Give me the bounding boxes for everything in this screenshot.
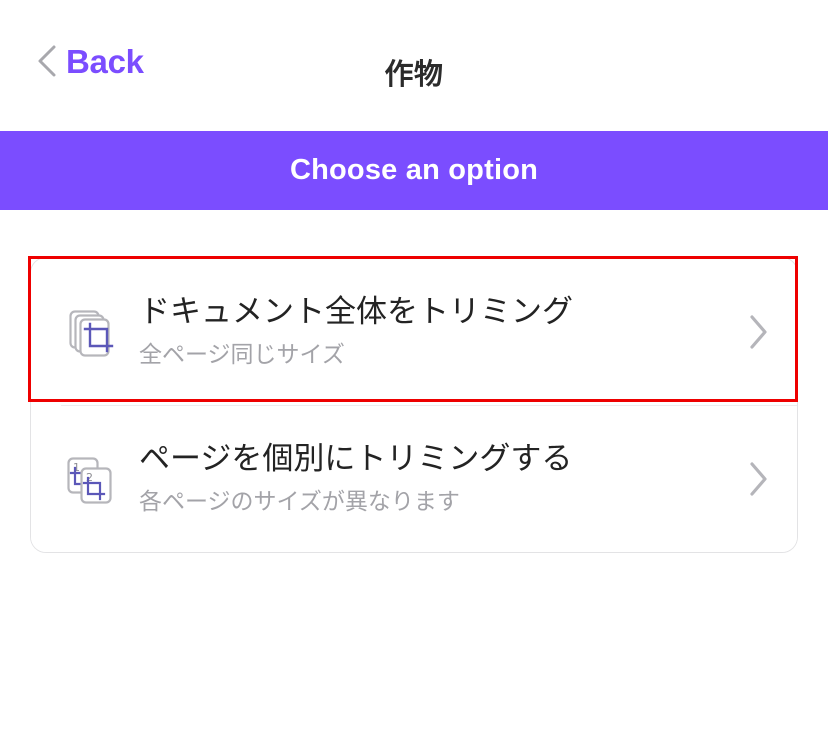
option-title: ページを個別にトリミングする	[139, 441, 573, 478]
page-title: 作物	[384, 59, 444, 91]
option-title: ドキュメント全体をトリミング	[139, 294, 573, 331]
crop-pages-individually-icon: 1 2	[61, 451, 117, 507]
option-text-block: ドキュメント全体をトリミング 全ページ同じサイズ	[139, 293, 731, 369]
crop-whole-document-icon	[61, 304, 117, 360]
option-text-block: ページを個別にトリミングする 各ページのサイズが異なります	[139, 440, 731, 516]
option-list: ドキュメント全体をトリミング 全ページ同じサイズ 1 2 ページを個別にトリミン…	[30, 257, 798, 553]
chevron-right-icon[interactable]	[745, 459, 771, 499]
banner-label: Choose an option	[289, 154, 539, 186]
choose-option-banner: Choose an option	[0, 131, 828, 210]
app-screen: Back 作物 Choose an option ドキュメント全体をトリミング …	[0, 0, 828, 754]
navigation-bar: Back 作物	[0, 0, 828, 131]
option-row-crop-pages-individually[interactable]: 1 2 ページを個別にトリミングする 各ページのサイズが異なります	[31, 405, 797, 552]
chevron-right-icon[interactable]	[745, 312, 771, 352]
option-subtitle: 全ページ同じサイズ	[139, 342, 345, 369]
option-subtitle: 各ページのサイズが異なります	[139, 489, 460, 516]
option-row-crop-whole-document[interactable]: ドキュメント全体をトリミング 全ページ同じサイズ	[31, 258, 797, 405]
